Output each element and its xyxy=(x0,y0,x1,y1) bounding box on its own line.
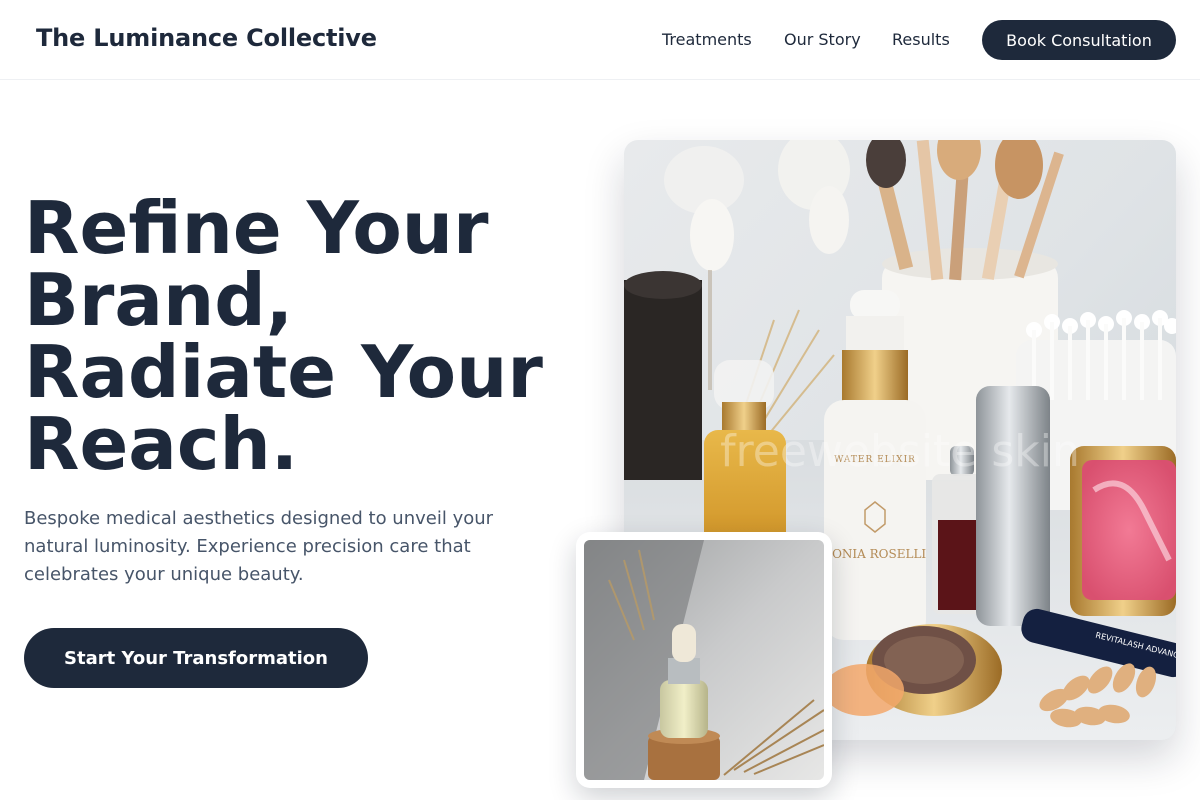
serum-illustration xyxy=(584,540,824,780)
hero-title: Refine Your Brand, Radiate Your Reach. xyxy=(24,192,584,480)
nav-link-treatments[interactable]: Treatments xyxy=(662,30,752,49)
hero-title-line: Brand, xyxy=(24,258,294,342)
hero-title-line: Radiate Your xyxy=(24,330,543,414)
hero-title-line: Refine Your xyxy=(24,186,489,270)
hero-title-line: Reach. xyxy=(24,402,299,486)
serum-inset-card xyxy=(576,532,832,788)
nav-link-our-story[interactable]: Our Story xyxy=(784,30,861,49)
brand-logo[interactable]: The Luminance Collective xyxy=(36,24,377,52)
site-header: The Luminance Collective Treatments Our … xyxy=(0,0,1200,80)
book-consultation-button[interactable]: Book Consultation xyxy=(982,20,1176,60)
nav-link-results[interactable]: Results xyxy=(892,30,950,49)
hero-description: Bespoke medical aesthetics designed to u… xyxy=(24,508,494,585)
serum-dropper-image xyxy=(584,540,824,780)
start-transformation-button[interactable]: Start Your Transformation xyxy=(24,628,368,688)
watermark-text: freewebsite skin xyxy=(720,426,1080,477)
serum-brand-label: SONIA ROSELLI xyxy=(824,547,927,561)
